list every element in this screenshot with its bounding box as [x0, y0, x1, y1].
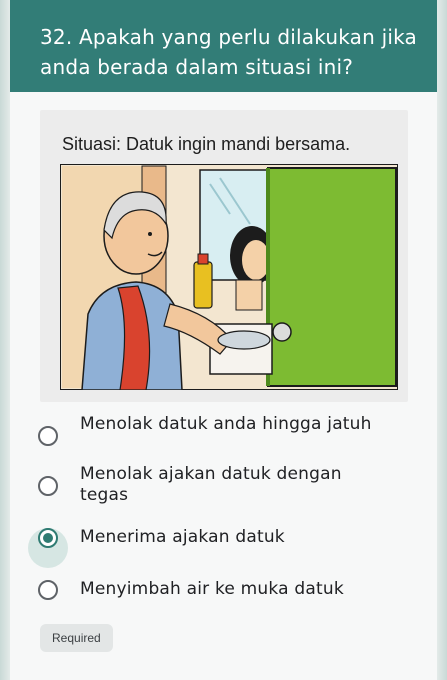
- radio-unchecked-icon[interactable]: [38, 426, 58, 446]
- required-badge: Required: [40, 624, 113, 652]
- question-header: 32. Apakah yang perlu dilakukan jika and…: [10, 0, 437, 92]
- option-2[interactable]: Menolak ajakan datuk dengan tegas: [38, 464, 398, 510]
- option-label: Menolak ajakan datuk dengan tegas: [80, 464, 342, 505]
- option-1[interactable]: Menolak datuk anda hingga jatuh: [38, 414, 398, 460]
- situation-illustration: Situasi: Datuk ingin mandi bersama.: [40, 110, 408, 402]
- option-label: Menerima ajakan datuk: [80, 527, 285, 547]
- option-label: Menolak datuk anda hingga jatuh: [80, 414, 372, 434]
- question-title: 32. Apakah yang perlu dilakukan jika and…: [40, 25, 417, 79]
- radio-unchecked-icon[interactable]: [38, 580, 58, 600]
- illustration-caption: Situasi: Datuk ingin mandi bersama.: [62, 134, 351, 154]
- bathroom-scene-image: [60, 164, 398, 390]
- option-3[interactable]: Menerima ajakan datuk: [28, 526, 398, 572]
- option-4[interactable]: Menyimbah air ke muka datuk: [38, 578, 398, 624]
- radio-unchecked-icon[interactable]: [38, 476, 58, 496]
- option-label: Menyimbah air ke muka datuk: [80, 579, 344, 599]
- radio-checked-icon[interactable]: [38, 528, 58, 548]
